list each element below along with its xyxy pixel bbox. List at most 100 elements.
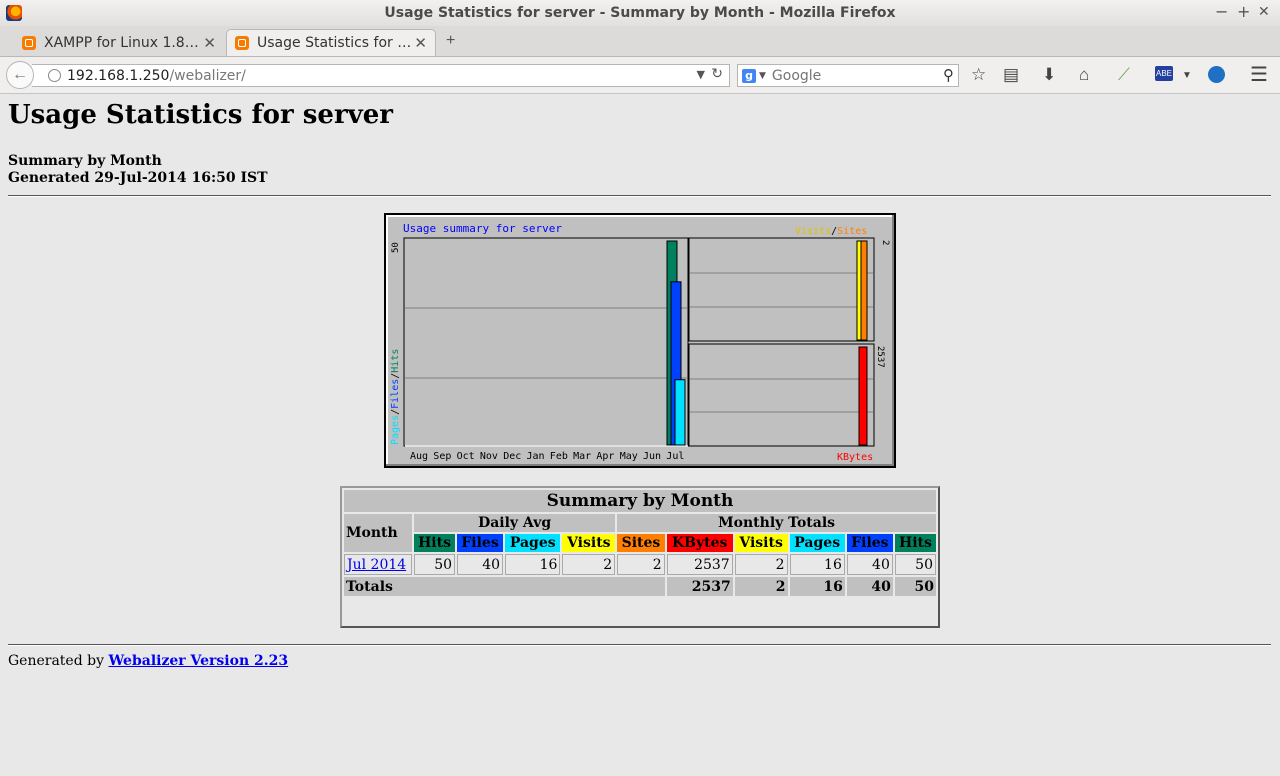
divider-top xyxy=(8,195,1271,197)
x-tick-label: Jul xyxy=(666,451,684,462)
downloads-icon[interactable]: ⬇ xyxy=(1042,65,1056,85)
x-tick-label: Sep xyxy=(433,451,451,462)
tab-xampp[interactable]: XAMPP for Linux 1.8… ✕ xyxy=(14,29,224,56)
legend-pages: Pages xyxy=(390,415,401,445)
window-titlebar: Usage Statistics for server - Summary by… xyxy=(0,0,1280,26)
url-bar[interactable]: 192.168.1.250/webalizer/ ▼ ↻ xyxy=(32,64,730,87)
window-title: Usage Statistics for server - Summary by… xyxy=(384,5,896,21)
month-link[interactable]: Jul 2014 xyxy=(347,557,406,573)
monthly-value-cell: 50 xyxy=(894,554,936,575)
chart-left-ymax: 50 xyxy=(391,242,401,253)
monthly-col-header: KBytes xyxy=(666,534,733,552)
search-icon[interactable]: ⚲ xyxy=(943,66,954,84)
bookmark-star-icon[interactable]: ☆ xyxy=(971,65,986,85)
x-tick-label: May xyxy=(620,451,638,462)
daily-value-cell: 16 xyxy=(505,554,561,575)
legend-sites: Sites xyxy=(837,226,867,237)
summary-table-frame: Summary by Month Month Daily Avg Monthly… xyxy=(340,486,940,628)
x-tick-label: Mar xyxy=(573,451,591,462)
reload-icon[interactable]: ↻ xyxy=(711,66,723,82)
monthly-value-cell: 2537 xyxy=(666,554,733,575)
summary-table-caption: Summary by Month xyxy=(344,490,936,512)
xampp-icon xyxy=(235,36,249,50)
reading-list-icon[interactable]: ▤ xyxy=(1003,65,1019,85)
close-tab-icon[interactable]: ✕ xyxy=(203,34,216,52)
monthly-value-cell: 40 xyxy=(846,554,893,575)
chart-visits-legend: Visits/Sites xyxy=(795,226,867,237)
monthly-col-header: Files xyxy=(846,534,893,552)
legend-visits: Visits xyxy=(795,226,831,237)
monthly-col-header: Visits xyxy=(734,534,788,552)
addon-leaf-icon[interactable]: ⟋ xyxy=(1118,65,1130,85)
daily-value-cell: 40 xyxy=(457,554,504,575)
tab-strip: XAMPP for Linux 1.8… ✕ Usage Statistics … xyxy=(0,26,1280,57)
menu-icon[interactable]: ☰ xyxy=(1250,62,1268,87)
monthly-col-header: Sites xyxy=(617,534,665,552)
table-row: Jul 2014 50 40 16 2 2 2537 2 16 40 50 xyxy=(344,554,936,575)
page-content: Usage Statistics for server Summary by M… xyxy=(0,94,1280,776)
url-host: 192.168.1.250 xyxy=(67,67,170,84)
monthly-col-header: Hits xyxy=(894,534,936,552)
totals-value: 2537 xyxy=(666,577,733,596)
google-icon: g xyxy=(742,68,756,83)
x-tick-label: Feb xyxy=(550,451,568,462)
monthly-value-cell: 2 xyxy=(734,554,788,575)
bar-pages xyxy=(674,379,686,446)
chart-left-legend: Pages/Files/Hits xyxy=(390,349,401,445)
maximize-button[interactable]: + xyxy=(1237,2,1250,21)
tab-label: XAMPP for Linux 1.8… xyxy=(44,34,199,51)
search-input[interactable] xyxy=(771,67,922,84)
x-tick-label: Nov xyxy=(480,451,498,462)
webalizer-version-link[interactable]: Webalizer Version 2.23 xyxy=(108,653,288,669)
close-window-button[interactable]: ✕ xyxy=(1258,4,1270,20)
home-icon[interactable]: ⌂ xyxy=(1079,65,1089,85)
daily-col-header: Hits xyxy=(414,534,456,552)
chart-kbytes-panel xyxy=(688,343,875,447)
daily-avg-header: Daily Avg xyxy=(414,514,616,532)
chart-title: Usage summary for server xyxy=(403,222,562,235)
x-tick-label: Jan xyxy=(527,451,545,462)
url-path: /webalizer/ xyxy=(169,67,246,84)
chart-visits-panel xyxy=(688,237,875,342)
chart-bevel xyxy=(386,464,894,466)
daily-value-cell: 50 xyxy=(414,554,456,575)
x-tick-label: Dec xyxy=(503,451,521,462)
search-engine-dropdown-icon[interactable]: ▼ xyxy=(759,71,766,81)
daily-col-header: Pages xyxy=(505,534,561,552)
bar-kbytes xyxy=(858,346,868,446)
legend-files: Files xyxy=(390,379,401,409)
chart-bevel xyxy=(892,215,894,466)
totals-value: 50 xyxy=(894,577,936,596)
daily-value-cell: 2 xyxy=(562,554,616,575)
tab-usage-statistics[interactable]: Usage Statistics for … ✕ xyxy=(226,29,436,56)
summary-table: Summary by Month Month Daily Avg Monthly… xyxy=(342,488,938,598)
x-tick-label: Aug xyxy=(410,451,428,462)
x-tick-label: Oct xyxy=(457,451,475,462)
addon-globe-icon[interactable] xyxy=(1208,66,1225,83)
daily-col-header: Visits xyxy=(562,534,616,552)
search-bar[interactable]: g ▼ ⚲ xyxy=(737,64,959,87)
chart-main-panel xyxy=(403,237,689,447)
tab-label: Usage Statistics for … xyxy=(257,35,412,51)
back-button[interactable]: ← xyxy=(6,61,34,89)
close-tab-icon[interactable]: ✕ xyxy=(414,34,427,52)
generated-date: Generated 29-Jul-2014 16:50 IST xyxy=(8,170,268,186)
chart-bevel xyxy=(386,215,388,466)
new-tab-icon[interactable]: + xyxy=(446,32,455,50)
footer: Generated by Webalizer Version 2.23 xyxy=(8,653,288,669)
usage-summary-chart: Usage summary for server 50 2 2537 Pages… xyxy=(384,213,896,468)
abe-shield-icon[interactable]: ABE xyxy=(1155,66,1173,81)
chart-kbytes-ymax: 2537 xyxy=(875,346,885,368)
legend-hits: Hits xyxy=(390,349,401,373)
abe-dropdown-icon[interactable]: ▼ xyxy=(1182,70,1192,81)
usage-summary-chart-svg: Usage summary for server 50 2 2537 Pages… xyxy=(384,213,896,468)
chart-bevel xyxy=(386,215,894,217)
url-history-dropdown-icon[interactable]: ▼ xyxy=(697,68,705,81)
minimize-button[interactable]: − xyxy=(1215,2,1228,21)
legend-kbytes: KBytes xyxy=(837,452,873,463)
footer-prefix: Generated by xyxy=(8,653,105,669)
chart-visits-ymax: 2 xyxy=(880,240,890,245)
page-subtitle: Summary by Month Generated 29-Jul-2014 1… xyxy=(8,153,268,187)
totals-value: 40 xyxy=(846,577,893,596)
x-tick-label: Apr xyxy=(596,451,614,462)
